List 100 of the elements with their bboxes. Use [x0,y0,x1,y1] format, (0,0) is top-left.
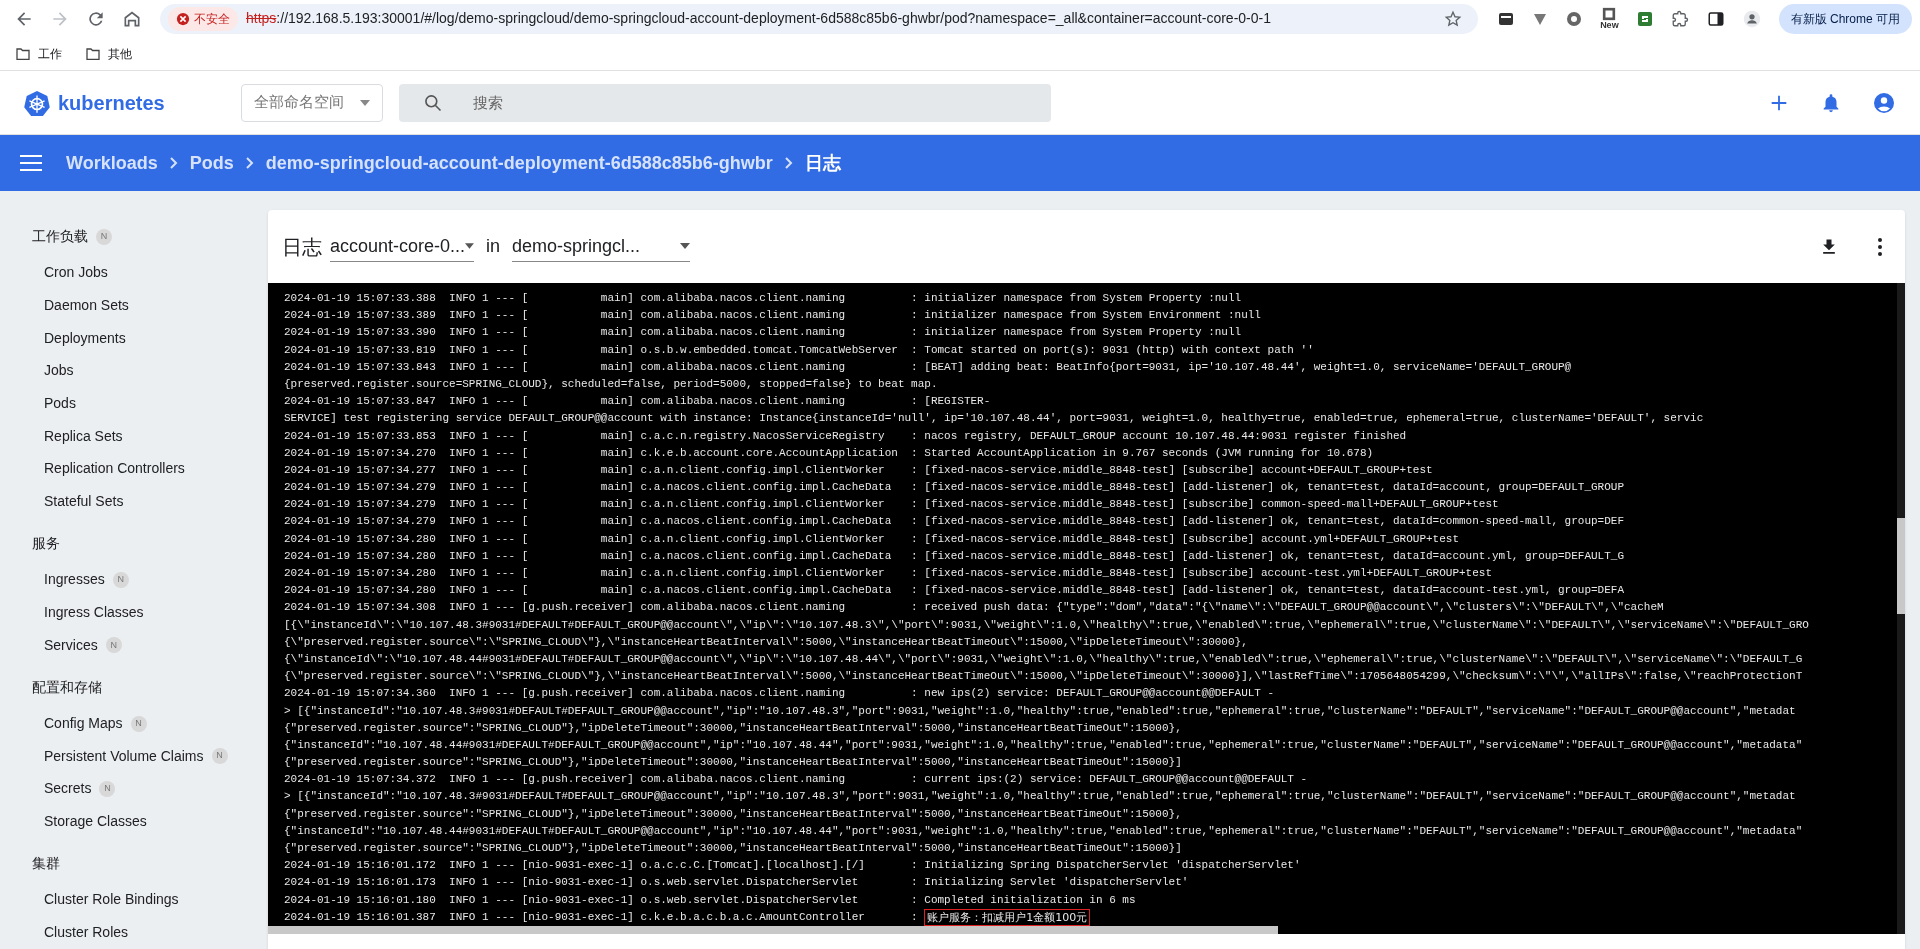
log-line: > [{"instanceId":"10.107.48.3#9031#DEFAULT#DEFAULT_GROUP@@account","ip":"10.107.48.3","port":9031,"weight":1.0,"healthy":true,"enabled":true,"ephemeral":true,"clusterName":"DEFAULT","serviceName":"DEFAULT_GROUP@@account","metadat [284,703,1796,719]
nav-item[interactable]: Cluster Role Bindings [44,889,179,911]
log-line: 2024-01-19 15:07:34.280 INFO 1 --- [ main] c.a.n.client.config.impl.ClientWorker : [fixed-nacos-service.middle_8848-test] [subscribe] account.yml+DEFAULT_GROUP+test [284,531,1459,547]
nav-item[interactable]: Cluster Roles [44,922,129,943]
log-line: 2024-01-19 15:07:33.843 INFO 1 --- [ main] com.alibaba.nacos.client.naming : [BEAT] adding beat: BeatInfo{port=9031, ip='10.107.48.44', weight=1.0, serviceName='DEFAULT_GROUP@ [284,359,1572,375]
highlighted-log-message: 账户服务：扣减用户1金额100元 [924,908,1091,926]
nav-item[interactable]: Services [44,634,98,656]
log-line: 2024-01-19 15:07:33.388 INFO 1 --- [ main] com.alibaba.nacos.client.naming : initializer namespace from System Property :null [284,291,1242,306]
breadcrumb-link[interactable]: demo-springcloud-account-deployment-6d588c85b6-ghwbr [265,149,773,177]
breadcrumb-link[interactable]: Workloads [66,149,158,177]
log-line: {"preserved.register.source":"SPRING_CLOUD"},"ipDeleteTimeout":30000,"instanceHeartBeatInterval":5000,"instanceHeartBeatTimeOut":15000}, [284,806,1182,822]
app-title[interactable]: kubernetes [58,87,165,118]
log-line: {"instanceId":"10.107.48.44#9031#DEFAULT#DEFAULT_GROUP@@account","ip":"10.107.48.44","port":9031,"weight":1.0,"healthy":true,"enabled":true,"ephemeral":true,"clusterName":"DEFAULT","serviceName":"DEFAULT_GROUP@@account","metadata" [284,823,1803,839]
log-line: 2024-01-19 15:07:34.279 INFO 1 --- [ main] c.a.n.client.config.impl.ClientWorker : [fixed-nacos-service.middle_8848-test] [subscribe] common-speed-mall+DEFAULT_GROUP+test [284,497,1499,513]
nav-section-title: 集群 [32,854,60,874]
more-options-icon[interactable] [1877,236,1883,257]
nav-section-title: 配置和存储 [32,677,102,697]
log-line: 2024-01-19 15:07:34.279 INFO 1 --- [ main] c.a.nacos.client.config.impl.CacheData : [fixed-nacos-service.middle_8848-test] [add-listener] ok, tenant=test, dataId=common-speed-mall, group=DEF [284,514,1625,530]
log-line: 2024-01-19 15:07:34.277 INFO 1 --- [ main] c.a.n.client.config.impl.ClientWorker : [fixed-nacos-service.middle_8848-test] [subscribe] account+DEFAULT_GROUP+test [284,462,1433,478]
log-line: {"instanceId":"10.107.48.44#9031#DEFAULT#DEFAULT_GROUP@@account","ip":"10.107.48.44","port":9031,"weight":1.0,"healthy":true,"enabled":true,"ephemeral":true,"clusterName":"DEFAULT","serviceName":"DEFAULT_GROUP@@account","metadata" [284,737,1803,753]
nav-section-title: 工作负载 [32,227,88,247]
nav-item[interactable]: Cron Jobs [44,262,108,284]
log-line: 2024-01-19 15:07:34.280 INFO 1 --- [ main] c.a.n.client.config.impl.ClientWorker : [fixed-nacos-service.middle_8848-test] [subscribe] account-test.yml+DEFAULT_GROUP+test [284,566,1492,581]
log-line: 2024-01-19 15:07:33.853 INFO 1 --- [ main] c.a.c.n.registry.NacosServiceRegistry : nacos registry, DEFAULT_GROUP account 10.107.48.44:9031 register finished [284,428,1407,444]
nav-item[interactable]: Pods [44,393,76,415]
nav-item[interactable]: Persistent Volume Claims [44,745,204,767]
puzzle-icon[interactable] [1670,9,1689,28]
caret-icon [680,243,690,249]
new-badge: N [130,715,147,732]
log-line: [{\"instanceId\":\"10.107.48.3#9031#DEFAULT#DEFAULT_GROUP@@account\",\"ip\":\"10.107.48.3\",\"port\":9031,\"weight\":1.0,\"healthy\":true,\"enabled\":true,\"ephemeral\":true,\"clusterName\":\"DEFAULT\",\"serviceName\":\"DEFAULT_GRO [284,617,1809,633]
pod-select[interactable]: demo-springcl... [512,231,690,262]
vertical-scrollbar[interactable] [1897,283,1905,934]
chevron-icon [784,157,793,169]
nav-item[interactable]: Storage Classes [44,811,147,833]
log-line: 2024-01-19 15:16:01.172 INFO 1 --- [nio-9031-exec-1] o.a.c.c.C.[Tomcat].[localhost].[/] : Initializing Spring DispatcherServlet 'dispatcherServlet' [284,858,1301,874]
log-line: 2024-01-19 15:07:34.360 INFO 1 --- [g.push.receiver] com.alibaba.nacos.client.naming : new ips(2) service: DEFAULT_GROUP@@account@@DEFAULT - [284,686,1275,702]
chevron-icon [169,157,178,169]
bookmark-folder[interactable]: 工作 [12,44,66,63]
nav-item[interactable]: Ingresses [44,569,105,591]
menu-icon[interactable] [20,154,42,172]
log-line: 2024-01-19 15:07:33.819 INFO 1 --- [ main] o.s.b.w.embedded.tomcat.TomcatWebServer : Tomcat started on port(s): 9031 (http) with context path '' [284,342,1314,358]
account-icon[interactable] [1872,90,1896,115]
address-bar[interactable]: 不安全 https://192.168.5.193:30001/#/log/demo-springcloud/demo-springcloud-account-deployment-6d588c85b6-ghwbr/pod?namespace=_all&container=account-core-0-0-1 [160,3,1479,34]
extension-icon[interactable] [1602,7,1617,21]
log-line: {preserved.register.source=SPRING_CLOUD}, scheduled=false, period=5000, stopped=false} to beat map. [284,376,938,392]
star-icon[interactable] [1444,9,1463,28]
log-line: 2024-01-19 15:16:01.387 INFO 1 --- [nio-9031-exec-1] c.k.e.b.a.c.b.a.c.AmountController : [284,909,919,925]
log-line: {"preserved.register.source":"SPRING_CLOUD"},"ipDeleteTimeout":30000,"instanceHeartBeatInterval":5000,"instanceHeartBeatTimeOut":15000}, [284,720,1182,736]
new-badge: N [112,571,129,588]
log-line: 2024-01-19 15:16:01.173 INFO 1 --- [nio-9031-exec-1] o.s.web.servlet.DispatcherServlet : Initializing Servlet 'dispatcherServlet' [284,875,1189,891]
log-line: 2024-01-19 15:07:34.308 INFO 1 --- [g.push.receiver] com.alibaba.nacos.client.naming : received push data: {"type":"dom","data":"{\"name\":\"DEFAULT_GROUP@@account\",\"clusters\":\"DEFAULT\",\"cacheM [284,600,1664,616]
namespace-select[interactable]: 全部命名空间 [240,83,383,122]
log-line: 2024-01-19 15:07:33.390 INFO 1 --- [ main] com.alibaba.nacos.client.naming : initializer namespace from System Property :null [284,325,1242,341]
nav-item[interactable]: Ingress Classes [44,602,144,624]
new-badge: N [105,637,122,654]
nav-item[interactable]: Stateful Sets [44,491,124,513]
log-line: > [{"instanceId":"10.107.48.3#9031#DEFAULT#DEFAULT_GROUP@@account","ip":"10.107.48.3","port":9031,"weight":1.0,"healthy":true,"enabled":true,"ephemeral":true,"clusterName":"DEFAULT","serviceName":"DEFAULT_GROUP@@account","metadat [284,789,1796,805]
log-line: {\"instanceId\":\"10.107.48.44#9031#DEFAULT#DEFAULT_GROUP@@account\",\"ip\":\"10.107.48.44\",\"port\":9031,\"weight\":1.0,\"healthy\":true,\"enabled\":true,\"ephemeral\":true,\"clusterName\":\"DEFAULT\",\"serviceName\":\"DEFAULT_G [284,651,1803,667]
warning-icon [176,11,190,26]
log-line: {"preserved.register.source":"SPRING_CLOUD"},"ipDeleteTimeout":30000,"instanceHeartBeatInterval":5000,"instanceHeartBeatTimeOut":15000}] [284,755,1182,771]
log-line: 2024-01-19 15:07:34.270 INFO 1 --- [ main] c.k.e.b.account.core.AccountApplication : Started AccountApplication in 9.767 seconds (JVM running for 10.678) [284,445,1374,461]
bookmark-folder[interactable]: 其他 [82,44,136,63]
chevron-icon [245,157,254,169]
security-warning[interactable]: 不安全 [168,6,238,31]
nav-item[interactable]: Jobs [44,360,74,382]
new-label: New [1600,21,1619,30]
nav-item[interactable]: Replication Controllers [44,458,185,480]
nav-item[interactable]: Daemon Sets [44,295,129,317]
breadcrumb-link[interactable]: 日志 [804,149,841,177]
log-line: {\"preserved.register.source\":\"SPRING_CLOUD\"},\"instanceHeartBeatInterval\":5000,\"instanceHeartBeatTimeOut\":15000,\"ipDeleteTimeout\":30000}],\"lastRefTime\":1705648054299,\"checksum\":\"\",\"allIPs\":false,\"reachProtectionT [284,669,1803,685]
profile-icon[interactable] [1742,9,1761,28]
new-badge: N [99,780,116,797]
log-line: {\"preserved.register.source\":\"SPRING_CLOUD\"},\"instanceHeartBeatInterval\":5000,\"instanceHeartBeatTimeOut\":15000,\"ipDeleteTimeout\":30000}, [284,634,1248,650]
log-line: 2024-01-19 15:07:33.847 INFO 1 --- [ main] com.alibaba.nacos.client.naming : [REGISTER- [284,394,991,410]
log-line: {"preserved.register.source":"SPRING_CLOUD"},"ipDeleteTimeout":30000,"instanceHeartBeatInterval":5000,"instanceHeartBeatTimeOut":15000}] [284,841,1182,856]
url-text: https://192.168.5.193:30001/#/log/demo-springcloud/demo-springcloud-account-deployment-6d588c85b6-ghwbr/pod?namespace=_all&container=account-core-0-0-1 [246,9,1271,28]
log-line: 2024-01-19 15:07:33.389 INFO 1 --- [ main] com.alibaba.nacos.client.naming : initializer namespace from System Environment :null [284,308,1261,324]
log-line: SERVICE] test registering service DEFAULT_GROUP@@account with instance: Instance{instanceId='null', ip='10.107.48.44', port=9031, weight=1.0, healthy=true, enabled=true, ephemeral=true, clusterName='DEFAULT', servic [284,411,1704,427]
update-chrome-button[interactable]: 有新版 Chrome 可用 [1778,3,1912,34]
breadcrumb-link[interactable]: Pods [189,149,234,177]
search-icon [422,92,443,113]
nav-item[interactable]: Replica Sets [44,425,123,447]
nav-item[interactable]: Config Maps [44,713,123,735]
log-line: 2024-01-19 15:07:34.372 INFO 1 --- [g.push.receiver] com.alibaba.nacos.client.naming : current ips:(2) service: DEFAULT_GROUP@@account@@DEFAULT - [284,772,1308,788]
log-line: 2024-01-19 15:07:34.280 INFO 1 --- [ main] c.a.nacos.client.config.impl.CacheData : [fixed-nacos-service.middle_8848-test] [add-listener] ok, tenant=test, dataId=account-test.yml, group=DEFA [284,583,1625,599]
container-select[interactable]: account-core-0... [330,231,474,262]
log-line: 2024-01-19 15:07:34.280 INFO 1 --- [ main] c.a.nacos.client.config.impl.CacheData : [fixed-nacos-service.middle_8848-test] [add-listener] ok, tenant=test, dataId=account.yml, group=DEFAULT_G [284,548,1625,564]
extension-icon[interactable] [1498,10,1515,27]
side-panel-icon[interactable] [1706,9,1725,28]
extension-icon[interactable] [1566,10,1583,27]
kubernetes-logo-icon[interactable] [24,89,50,116]
horizontal-scrollbar[interactable] [268,926,1278,934]
new-badge: N [211,748,228,765]
new-badge: N [96,228,112,245]
nav-item[interactable]: Deployments [44,327,126,349]
log-line: 2024-01-19 15:16:01.180 INFO 1 --- [nio-9031-exec-1] o.s.web.servlet.DispatcherServlet : Completed initialization in 6 ms [284,892,1136,908]
log-line: 2024-01-19 15:07:34.279 INFO 1 --- [ main] c.a.nacos.client.config.impl.CacheData : [fixed-nacos-service.middle_8848-test] [add-listener] ok, tenant=test, dataId=account, group=DEFAULT_GROUP [284,480,1625,496]
in-label: in [486,235,500,258]
nav-item[interactable]: Secrets [44,778,92,800]
search-field[interactable]: 搜索 [398,83,1051,122]
